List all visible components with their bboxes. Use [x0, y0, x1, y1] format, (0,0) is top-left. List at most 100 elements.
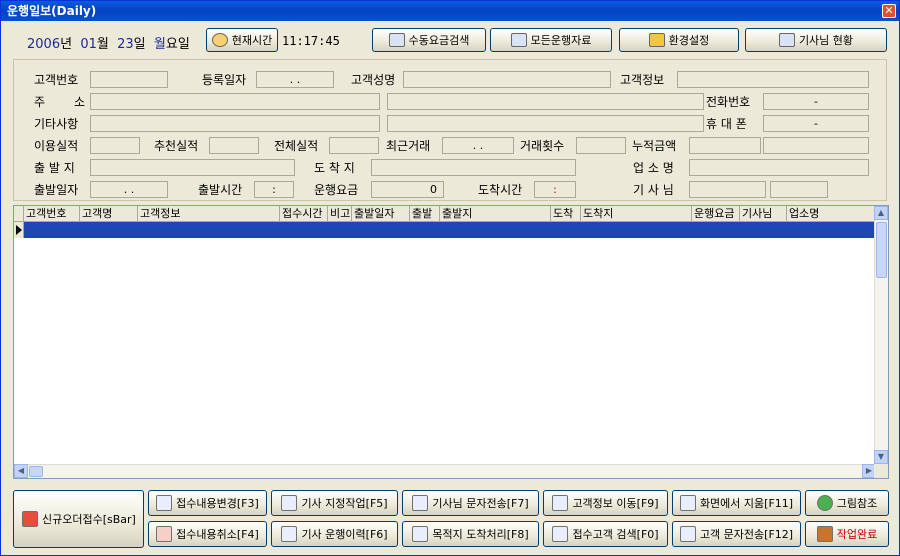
col-receipt-time[interactable]: 접수시간 — [280, 206, 328, 222]
etc-field-2[interactable] — [387, 115, 704, 132]
address-label-a: 주 — [34, 95, 46, 109]
scroll-left-icon[interactable]: ◀ — [14, 464, 28, 478]
all-data-button[interactable]: 모든운행자료 — [490, 28, 612, 52]
date-month-unit: 월 — [96, 37, 109, 52]
manual-fee-search-button[interactable]: 수동요금검색 — [372, 28, 486, 52]
col-depart-date[interactable]: 출발일자 — [352, 206, 410, 222]
accum-amount-field-2[interactable] — [763, 137, 869, 154]
depart-time-label: 출발시간 — [198, 183, 243, 197]
col-fare[interactable]: 운행요금 — [692, 206, 740, 222]
now-time-button[interactable]: 현재시간 — [206, 28, 278, 52]
customer-name-label: 고객성명 — [351, 73, 396, 87]
etc-field-1[interactable] — [90, 115, 380, 132]
move-customer-button[interactable]: 고객정보 이동[F9] — [543, 490, 668, 516]
driver-status-label: 기사님 현황 — [798, 34, 854, 47]
total-field[interactable] — [329, 137, 379, 154]
accum-amount-field-1[interactable] — [689, 137, 761, 154]
mobile-label: 휴 대 폰 — [706, 117, 747, 131]
table-row[interactable] — [14, 222, 876, 238]
cancel-order-button[interactable]: 접수내용취소[F4] — [148, 521, 267, 547]
settings-button[interactable]: 환경설정 — [619, 28, 739, 52]
driver-label: 기 사 님 — [633, 183, 674, 197]
referral-label: 추천실적 — [154, 139, 199, 153]
destination-label: 도 착 지 — [314, 161, 355, 175]
usage-label: 이용실적 — [34, 139, 79, 153]
all-data-label: 모든운행자료 — [530, 34, 592, 47]
scroll-down-icon[interactable]: ▼ — [874, 450, 888, 464]
driver-field-2[interactable] — [770, 181, 828, 198]
col-customer-no[interactable]: 고객번호 — [24, 206, 80, 222]
col-depart[interactable]: 출발 — [410, 206, 440, 222]
driver-field-1[interactable] — [689, 181, 766, 198]
col-driver[interactable]: 기사님 — [740, 206, 787, 222]
accum-amount-label: 누적금액 — [632, 139, 677, 153]
complete-button[interactable]: 작업완료 — [805, 521, 889, 547]
col-arrive[interactable]: 도착 — [551, 206, 581, 222]
customer-name-field[interactable] — [403, 71, 611, 88]
address-field-1[interactable] — [90, 93, 380, 110]
customer-info-label: 고객정보 — [620, 73, 665, 87]
referral-field[interactable] — [209, 137, 259, 154]
order-grid[interactable]: 고객번호 고객명 고객정보 접수시간 비고 출발일자 출발 출발지 도착 도착지… — [13, 205, 889, 479]
driver-history-button[interactable]: 기사 운행이력[F6] — [271, 521, 398, 547]
arrive-time-label: 도착시간 — [478, 183, 523, 197]
calendar-icon — [281, 526, 298, 542]
arrive-time-field[interactable]: : — [534, 181, 576, 198]
fare-field[interactable]: 0 — [371, 181, 444, 198]
search-icon — [552, 526, 569, 542]
scroll-up-icon[interactable]: ▲ — [874, 206, 888, 220]
origin-field[interactable] — [90, 159, 295, 176]
address-field-2[interactable] — [387, 93, 704, 110]
business-name-field[interactable] — [689, 159, 869, 176]
driver-status-button[interactable]: 기사님 현황 — [745, 28, 887, 52]
col-business[interactable]: 업소명 — [787, 206, 876, 222]
destination-field[interactable] — [371, 159, 576, 176]
vertical-scroll-thumb[interactable] — [876, 222, 887, 278]
last-trade-field[interactable]: . . — [442, 137, 514, 154]
depart-date-field[interactable]: . . — [90, 181, 168, 198]
col-note[interactable]: 비고 — [328, 206, 352, 222]
customer-sms-button[interactable]: 고객 문자전송[F12] — [672, 521, 801, 547]
col-customer-info[interactable]: 고객정보 — [138, 206, 280, 222]
clear-screen-button[interactable]: 화면에서 지움[F11] — [672, 490, 801, 516]
monitor-icon — [778, 33, 795, 47]
picture-ref-button[interactable]: 그림참조 — [805, 490, 889, 516]
close-button[interactable]: ✕ — [882, 4, 896, 18]
col-destination[interactable]: 도착지 — [581, 206, 692, 222]
address-label-b: 소 — [74, 95, 86, 109]
horizontal-scrollbar[interactable]: ◀ ▶ — [14, 464, 876, 478]
business-name-label: 업 소 명 — [633, 161, 674, 175]
dest-arrival-button[interactable]: 목적지 도착처리[F8] — [402, 521, 539, 547]
origin-label: 출 발 지 — [34, 161, 75, 175]
vertical-scrollbar[interactable]: ▲ ▼ — [874, 206, 888, 464]
date-weekday: 월 — [153, 37, 166, 52]
fare-label: 운행요금 — [314, 183, 359, 197]
new-order-label: 신규오더접수[sBar] — [42, 513, 136, 526]
customer-info-field[interactable] — [677, 71, 869, 88]
driver-sms-button[interactable]: 기사님 문자전송[F7] — [402, 490, 539, 516]
dest-arrival-label: 목적지 도착처리[F8] — [432, 528, 529, 541]
col-origin[interactable]: 출발지 — [440, 206, 551, 222]
horizontal-scroll-thumb[interactable] — [29, 466, 43, 477]
etc-label: 기타사항 — [34, 117, 79, 131]
phone-field[interactable]: - — [763, 93, 869, 110]
assign-driver-button[interactable]: 기사 지정작업[F5] — [271, 490, 398, 516]
col-customer-name[interactable]: 고객명 — [80, 206, 138, 222]
reg-date-field[interactable]: . . — [256, 71, 334, 88]
mobile-field[interactable]: - — [763, 115, 869, 132]
driver-sms-label: 기사님 문자전송[F7] — [432, 497, 529, 510]
customer-info-panel: 고객번호 등록일자 . . 고객성명 고객정보 주 소 전화번호 - 기타사항 … — [13, 59, 887, 201]
cancel-order-label: 접수내용취소[F4] — [176, 528, 259, 541]
move-customer-label: 고객정보 이동[F9] — [572, 497, 659, 510]
date-day-unit: 일 — [133, 37, 146, 52]
depart-time-field[interactable]: : — [254, 181, 294, 198]
new-order-button[interactable]: 신규오더접수[sBar] — [13, 490, 144, 548]
usage-field[interactable] — [90, 137, 140, 154]
edit-order-button[interactable]: 접수내용변경[F3] — [148, 490, 267, 516]
cancel-icon — [156, 526, 173, 542]
trade-count-field[interactable] — [576, 137, 626, 154]
customer-no-field[interactable] — [90, 71, 168, 88]
now-time-label: 현재시간 — [231, 34, 273, 47]
search-customer-button[interactable]: 접수고객 검색[F0] — [543, 521, 668, 547]
date-month: 01 — [80, 37, 97, 52]
